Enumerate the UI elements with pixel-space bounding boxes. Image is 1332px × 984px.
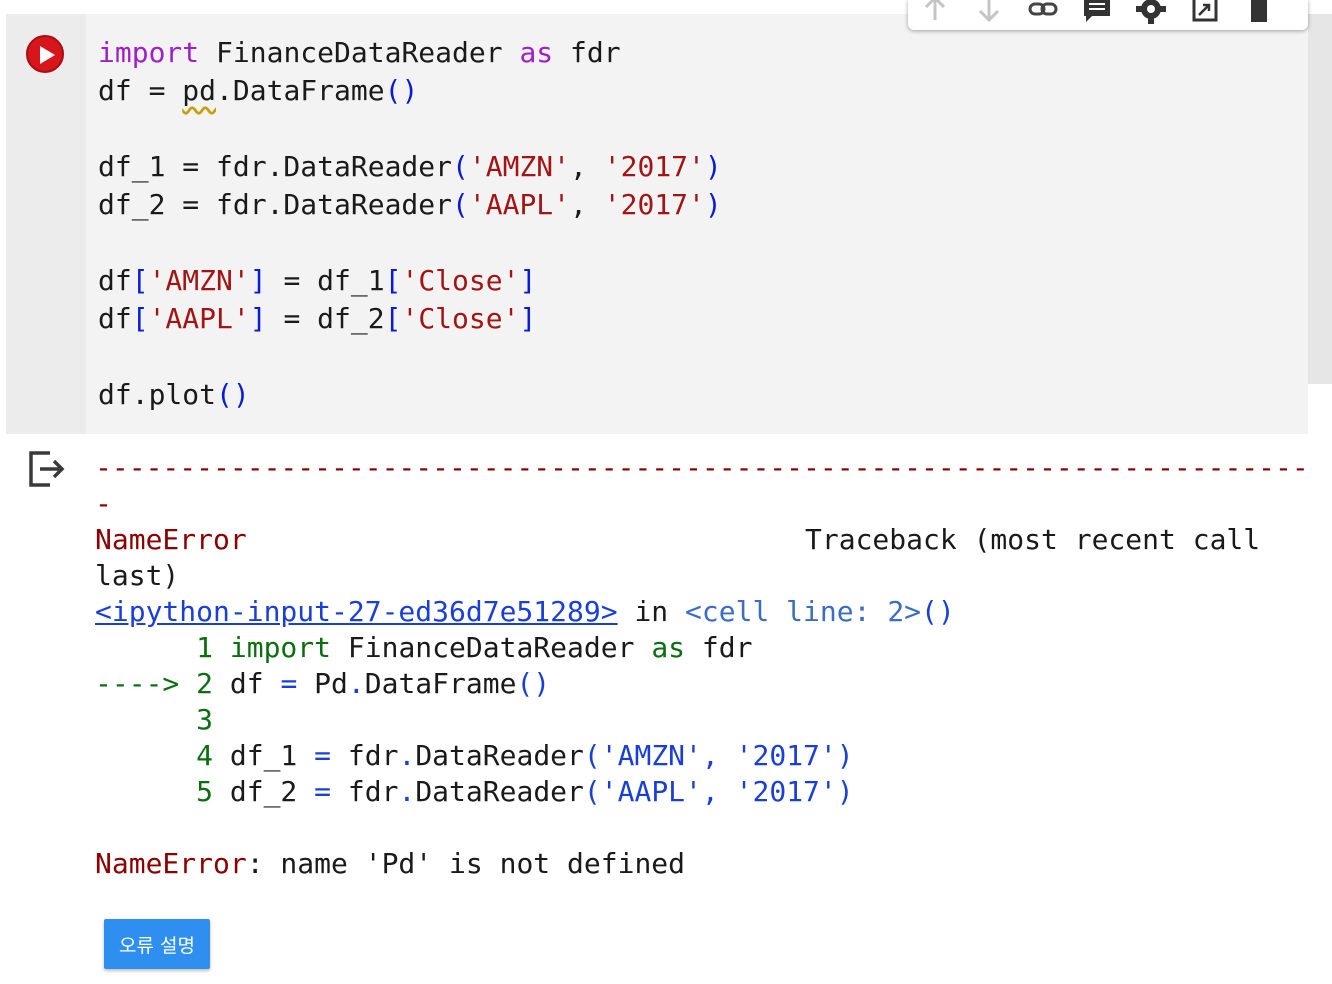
cell-line-ref: <cell line: 2> <box>685 595 922 628</box>
delete-icon[interactable] <box>1244 0 1274 24</box>
traceback-label: Traceback (most recent call <box>805 523 1261 556</box>
arrow-up-icon[interactable] <box>920 0 950 24</box>
error-header: NameError Traceback (most recent call <box>95 522 1310 558</box>
cell-toolbar <box>908 0 1308 30</box>
ipython-input-link[interactable]: <ipython-input-27-ed36d7e51289> <box>95 595 618 628</box>
code-editor[interactable]: import FinanceDataReader as fdr df = pd.… <box>98 34 722 414</box>
link-icon[interactable] <box>1028 0 1058 24</box>
traceback-line: 1 import FinanceDataReader as fdr <box>95 631 753 664</box>
run-cell-button[interactable] <box>26 35 64 73</box>
code-line: df_2 = fdr.DataReader('AAPL', '2017') <box>98 188 722 221</box>
output-spacer <box>95 810 1310 846</box>
error-type: NameError <box>95 523 247 556</box>
code-line: df['AMZN'] = df_1['Close'] <box>98 264 537 297</box>
scrollbar[interactable] <box>1308 14 1332 384</box>
traceback-line: 3 <box>95 703 214 736</box>
comment-icon[interactable] <box>1082 0 1112 24</box>
error-output: ----------------------------------------… <box>95 450 1310 882</box>
error-message: NameError: name 'Pd' is not defined <box>95 847 686 880</box>
gear-icon[interactable] <box>1136 0 1166 24</box>
mirror-cell-icon[interactable] <box>1190 0 1220 24</box>
traceback-line-current: ----> 2 df = Pd.DataFrame() <box>95 667 551 700</box>
traceback-line: 5 df_2 = fdr.DataReader('AAPL', '2017') <box>95 775 854 808</box>
traceback-label-cont: last) <box>95 559 180 592</box>
output-menu-icon[interactable] <box>26 448 68 490</box>
code-line: df.plot() <box>98 378 250 411</box>
explain-error-button[interactable]: 오류 설명 <box>104 919 210 969</box>
code-line: df = pd.DataFrame() <box>98 74 419 107</box>
code-line: df['AAPL'] = df_2['Close'] <box>98 302 537 335</box>
play-icon <box>40 46 55 64</box>
lint-warning-pd: pd <box>182 74 217 107</box>
code-line: import FinanceDataReader as fdr <box>98 36 621 69</box>
separator-tail: - <box>95 487 112 520</box>
traceback-line: 4 df_1 = fdr.DataReader('AMZN', '2017') <box>95 739 854 772</box>
code-line: df_1 = fdr.DataReader('AMZN', '2017') <box>98 150 722 183</box>
traceback-location: <ipython-input-27-ed36d7e51289> in <cell… <box>95 595 955 628</box>
cell-gutter <box>6 14 86 434</box>
code-cell[interactable]: import FinanceDataReader as fdr df = pd.… <box>6 14 1308 434</box>
separator-dashes: ----------------------------------------… <box>95 451 1310 484</box>
arrow-down-icon[interactable] <box>974 0 1004 24</box>
